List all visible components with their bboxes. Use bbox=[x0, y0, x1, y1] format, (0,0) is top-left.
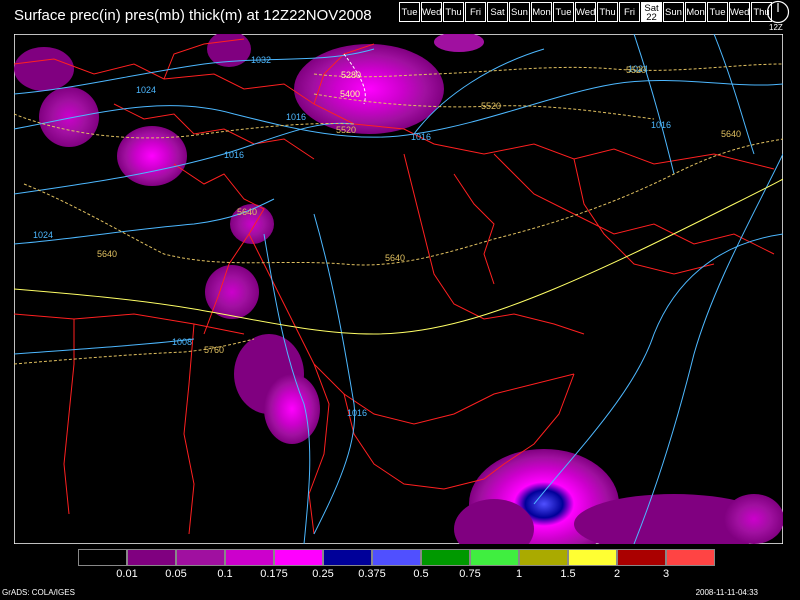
weather-map: 1032 1024 1024 1016 1016 1016 1016 1008 … bbox=[14, 34, 783, 544]
day-tab[interactable]: Mon bbox=[685, 2, 706, 22]
legend-swatch bbox=[78, 549, 127, 566]
isobar-label: 1008 bbox=[172, 337, 192, 347]
day-tab[interactable]: Mon bbox=[531, 2, 552, 22]
footer-timestamp: 2008-11-11-04:33 bbox=[695, 588, 758, 597]
legend-label: 0.05 bbox=[165, 568, 187, 580]
day-tab[interactable]: Thu bbox=[443, 2, 464, 22]
thickness-label: 5520 bbox=[481, 101, 501, 111]
thickness-label: 5640 bbox=[237, 207, 257, 217]
thickness-label: 5640 bbox=[97, 249, 117, 259]
day-tab[interactable]: Sun bbox=[663, 2, 684, 22]
thickness-label: 5520 bbox=[626, 65, 646, 75]
clock-icon bbox=[766, 0, 790, 24]
thickness-label: 5640 bbox=[385, 253, 405, 263]
map-title: Surface prec(in) pres(mb) thick(m) at 12… bbox=[14, 7, 372, 24]
legend-swatch bbox=[666, 549, 715, 566]
day-tab[interactable]: Wed bbox=[729, 2, 750, 22]
legend-label: 3 bbox=[662, 568, 670, 580]
isobar-label: 1016 bbox=[411, 132, 431, 142]
isobar-label: 1016 bbox=[286, 112, 306, 122]
thickness-label: 5520 bbox=[336, 125, 356, 135]
legend-swatch bbox=[372, 549, 421, 566]
day-tab[interactable]: Tue bbox=[707, 2, 728, 22]
legend-label: 0.75 bbox=[459, 568, 481, 580]
day-selector: Tue Wed Thu Fri Sat Sun Mon Tue Wed Thu Fri Sat 22 Su… bbox=[399, 2, 773, 22]
legend-label: 0.375 bbox=[358, 568, 386, 580]
day-tab[interactable]: Sun bbox=[509, 2, 530, 22]
precip-legend bbox=[78, 549, 715, 566]
legend-label: 0.1 bbox=[217, 568, 233, 580]
thickness-label: 5640 bbox=[721, 129, 741, 139]
day-tab[interactable]: Sat bbox=[487, 2, 508, 22]
legend-swatch bbox=[519, 549, 568, 566]
thickness-label: 5280 bbox=[341, 70, 361, 80]
isobar-label: 1016 bbox=[347, 408, 367, 418]
legend-swatch bbox=[176, 549, 225, 566]
legend-label: 0.01 bbox=[116, 568, 138, 580]
isobar-label: 1016 bbox=[224, 150, 244, 160]
legend-swatch bbox=[127, 549, 176, 566]
isobar-label: 1016 bbox=[651, 120, 671, 130]
legend-label: 1 bbox=[515, 568, 523, 580]
legend-label: 0.25 bbox=[312, 568, 334, 580]
isobar-label: 1024 bbox=[136, 85, 156, 95]
day-tab[interactable]: Fri bbox=[465, 2, 486, 22]
day-tab[interactable]: Tue bbox=[399, 2, 420, 22]
clock-label: 12Z bbox=[769, 23, 783, 32]
legend-swatch bbox=[274, 549, 323, 566]
thickness-label: 5760 bbox=[204, 345, 224, 355]
legend-swatch bbox=[617, 549, 666, 566]
isobar-label: 1024 bbox=[33, 230, 53, 240]
thickness-label: 5400 bbox=[340, 89, 360, 99]
isobar-label: 1032 bbox=[251, 55, 271, 65]
legend-label: 0.5 bbox=[413, 568, 429, 580]
day-tab[interactable]: Fri bbox=[619, 2, 640, 22]
legend-label: 1.5 bbox=[560, 568, 576, 580]
legend-swatch bbox=[568, 549, 617, 566]
footer-credit: GrADS: COLA/IGES bbox=[2, 588, 75, 597]
legend-swatch bbox=[225, 549, 274, 566]
day-tab[interactable]: Tue bbox=[553, 2, 574, 22]
day-tab[interactable]: Wed bbox=[575, 2, 596, 22]
legend-label: 0.175 bbox=[260, 568, 288, 580]
legend-swatch bbox=[421, 549, 470, 566]
legend-swatch bbox=[470, 549, 519, 566]
day-tab[interactable]: Sat 22 bbox=[641, 2, 662, 22]
legend-swatch bbox=[323, 549, 372, 566]
day-tab[interactable]: Wed bbox=[421, 2, 442, 22]
day-tab[interactable]: Thu bbox=[597, 2, 618, 22]
legend-label: 2 bbox=[613, 568, 621, 580]
